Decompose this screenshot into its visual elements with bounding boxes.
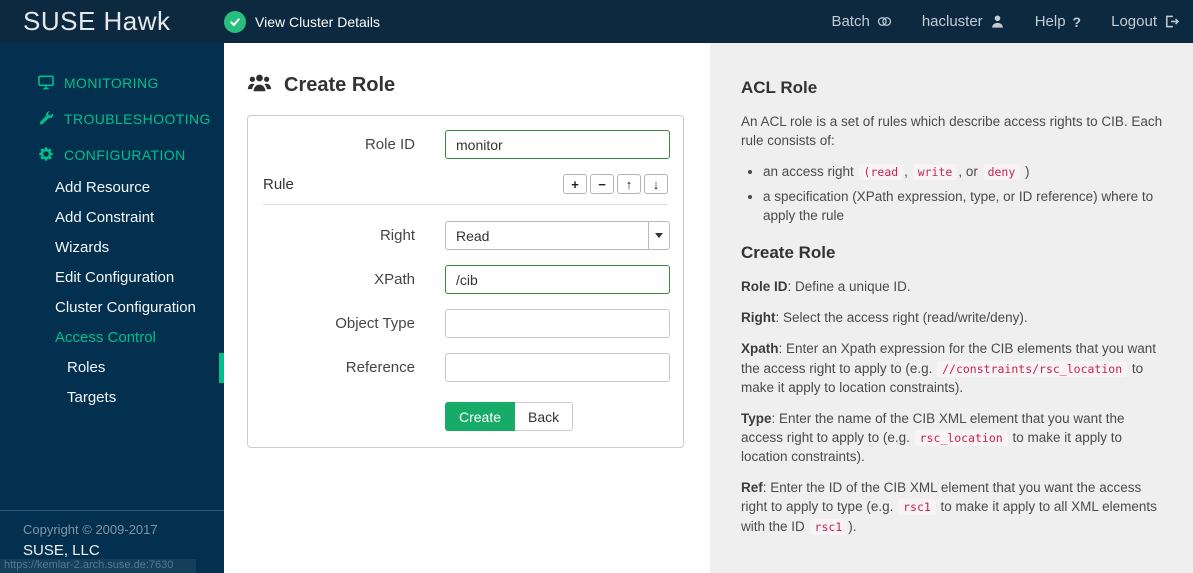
help-panel: ACL Role An ACL role is a set of rules w…: [710, 43, 1193, 573]
batch-label: Batch: [831, 13, 870, 30]
sidebar-footer: Copyright © 2009-2017 SUSE, LLC: [0, 510, 224, 559]
rule-add-button[interactable]: +: [563, 174, 587, 194]
create-role-form: Role ID Rule + − ↑ ↓ Right R: [247, 115, 684, 448]
username-label: hacluster: [921, 13, 983, 30]
sidebar-item-label: CONFIGURATION: [64, 147, 186, 163]
sidebar-item-add-resource[interactable]: Add Resource: [0, 173, 224, 203]
user-menu[interactable]: hacluster: [922, 13, 1005, 30]
help-acl-role-title: ACL Role: [741, 78, 818, 97]
user-icon: [990, 14, 1005, 29]
batch-toggle-icon: [877, 14, 892, 29]
sidebar-item-cluster-configuration[interactable]: Cluster Configuration: [0, 293, 224, 323]
help-bullet-access-right: an access right (read, write, or deny ): [763, 162, 1163, 181]
company-name: SUSE, LLC: [23, 542, 100, 559]
sidebar-item-add-constraint[interactable]: Add Constraint: [0, 203, 224, 233]
wrench-icon: [38, 110, 54, 129]
object-type-label: Object Type: [335, 315, 415, 332]
right-label: Right: [379, 227, 415, 244]
code-ref-example: rsc1: [898, 499, 936, 516]
code-write: write: [912, 164, 958, 181]
app-logo[interactable]: SUSE Hawk: [0, 6, 224, 37]
rule-divider: [263, 204, 668, 205]
back-button[interactable]: Back: [515, 402, 574, 431]
help-bullet-specification: a specification (XPath expression, type,…: [763, 187, 1163, 225]
cluster-status-label: View Cluster Details: [255, 13, 381, 30]
code-xpath-example: //constraints/rsc_location: [937, 360, 1128, 377]
browser-status-url: https://kemlar-2.arch.suse.de:7630: [0, 559, 196, 573]
topbar: SUSE Hawk View Cluster Details Batch hac…: [0, 0, 1193, 43]
logout-button[interactable]: Logout: [1111, 13, 1179, 30]
users-icon: [247, 73, 272, 98]
logout-label: Logout: [1111, 13, 1157, 30]
xpath-label: XPath: [374, 271, 415, 288]
help-create-role-title: Create Role: [741, 242, 836, 262]
sidebar: MONITORING TROUBLESHOOTING CONFIGURATION…: [0, 43, 224, 573]
sidebar-item-edit-configuration[interactable]: Edit Configuration: [0, 263, 224, 293]
help-ref: Ref: Enter the ID of the CIB XML element…: [741, 480, 1157, 535]
main-content: Create Role Role ID Rule + − ↑ ↓ R: [224, 43, 710, 573]
sidebar-item-targets[interactable]: Targets: [0, 383, 224, 413]
right-select[interactable]: Read: [445, 221, 670, 250]
page-title: Create Role: [247, 73, 710, 98]
batch-button[interactable]: Batch: [831, 13, 891, 30]
help-xpath: Xpath: Enter an Xpath expression for the…: [741, 341, 1156, 395]
code-deny: deny: [982, 164, 1021, 181]
sidebar-item-troubleshooting[interactable]: TROUBLESHOOTING: [0, 101, 224, 137]
sidebar-item-access-control[interactable]: Access Control: [0, 323, 224, 353]
sidebar-item-wizards[interactable]: Wizards: [0, 233, 224, 263]
help-right: Right: Select the access right (read/wri…: [741, 310, 1028, 326]
chevron-down-icon: [648, 222, 669, 249]
sidebar-item-monitoring[interactable]: MONITORING: [0, 65, 224, 101]
sidebar-item-configuration[interactable]: CONFIGURATION: [0, 137, 224, 173]
rule-section-label: Rule: [263, 175, 294, 193]
code-read: (read: [858, 164, 904, 181]
rule-move-down-button[interactable]: ↓: [644, 174, 668, 194]
cluster-ok-check-icon: [224, 10, 246, 33]
rule-remove-button[interactable]: −: [590, 174, 614, 194]
page-title-text: Create Role: [284, 74, 396, 96]
view-cluster-details-link[interactable]: View Cluster Details: [224, 10, 381, 33]
sidebar-item-label: MONITORING: [64, 75, 159, 91]
rule-move-up-button[interactable]: ↑: [617, 174, 641, 194]
help-acl-intro: An ACL role is a set of rules which desc…: [741, 114, 1163, 149]
sign-out-icon: [1164, 14, 1179, 29]
code-ref-id: rsc1: [809, 518, 848, 535]
xpath-input[interactable]: [445, 265, 670, 294]
object-type-input[interactable]: [445, 309, 670, 338]
code-type-example: rsc_location: [914, 429, 1008, 446]
monitor-icon: [38, 74, 54, 93]
gear-icon: [38, 146, 54, 165]
reference-input[interactable]: [445, 353, 670, 382]
create-button[interactable]: Create: [445, 402, 516, 431]
help-type: Type: Enter the name of the CIB XML elem…: [741, 410, 1125, 465]
right-select-value: Read: [456, 227, 490, 244]
reference-label: Reference: [345, 359, 415, 376]
help-label: Help: [1034, 13, 1066, 30]
sidebar-item-roles[interactable]: Roles: [0, 353, 224, 383]
help-menu[interactable]: Help ?: [1035, 13, 1081, 30]
help-role-id: Role ID: Define a unique ID.: [741, 279, 911, 295]
role-id-label: Role ID: [364, 136, 415, 153]
question-icon: ?: [1072, 13, 1082, 30]
role-id-input[interactable]: [445, 130, 670, 159]
sidebar-item-label: TROUBLESHOOTING: [64, 111, 211, 127]
copyright-text: Copyright © 2009-2017: [23, 522, 158, 537]
